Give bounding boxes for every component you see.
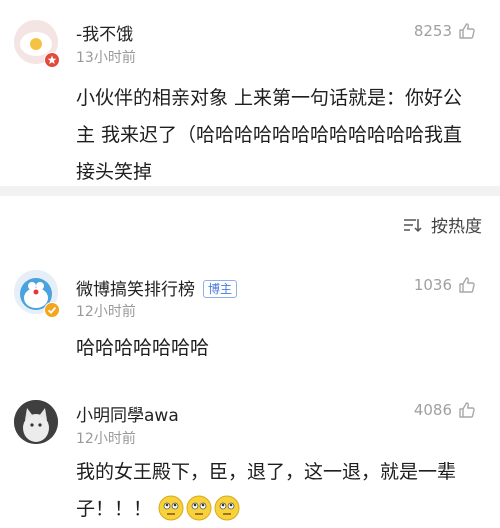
sort-icon [404,218,422,232]
comment-3: 小明同學awa 12小时前 4086 我的女王殿下，臣，退了，这一退，就是一辈子… [0,388,500,526]
comment-text: 我的女王殿下，臣，退了，这一退，就是一辈子！！！ [76,454,476,528]
like-button[interactable]: 8253 [414,22,476,40]
comment-text: 哈哈哈哈哈哈哈 [76,337,210,359]
comment-2: 微博搞笑排行榜 博主 12小时前 1036 哈哈哈哈哈哈哈 [0,260,500,370]
like-button[interactable]: 1036 [414,276,476,294]
thumbs-up-icon [459,402,475,418]
timestamp: 12小时前 [76,304,136,320]
comment-text-body: 我的女王殿下，臣，退了，这一退，就是一辈子！！！ [76,461,457,520]
awkward-face-emoji [214,495,240,521]
section-divider [0,186,500,196]
sort-by-hot-button[interactable]: 按热度 [403,212,482,237]
blogger-badge: 博主 [203,280,238,298]
awkward-face-emoji [158,495,184,521]
sort-label: 按热度 [431,217,482,237]
timestamp: 13小时前 [76,50,136,66]
username[interactable]: -我不饿 [76,20,133,45]
comment-1: -我不饿 13小时前 8253 小伙伴的相亲对象 上来第一句话就是：你好公主 我… [0,0,500,185]
thumbs-up-icon [459,23,475,39]
thumbs-up-icon [459,277,475,293]
awkward-face-emoji [186,495,212,521]
username[interactable]: 微博搞笑排行榜 博主 [76,275,238,300]
avatar[interactable] [14,400,58,444]
like-count: 8253 [413,22,452,40]
verified-icon [44,302,60,318]
like-count: 1036 [413,276,452,294]
emoji-group [158,495,240,521]
comment-text: 小伙伴的相亲对象 上来第一句话就是：你好公主 我来迟了（哈哈哈哈哈哈哈哈哈哈哈哈… [76,87,463,183]
like-button[interactable]: 4086 [414,401,476,419]
white-cat-avatar-icon [14,400,58,444]
username[interactable]: 小明同學awa [76,401,179,426]
verified-icon [44,52,60,68]
timestamp: 12小时前 [76,431,136,447]
username-text: 微博搞笑排行榜 [76,280,195,300]
like-count: 4086 [413,401,452,419]
